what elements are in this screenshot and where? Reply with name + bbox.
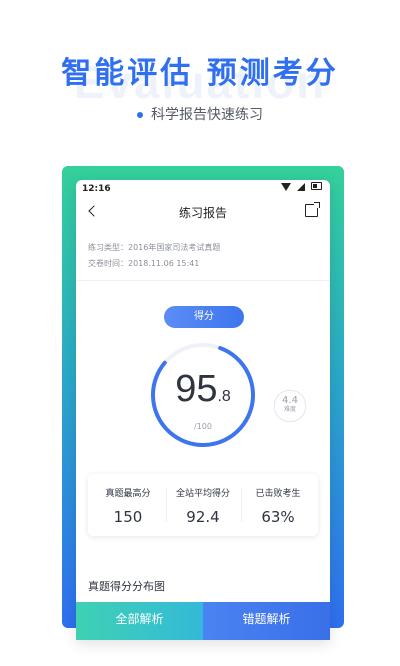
- stat-label: 全站平均得分: [175, 489, 230, 499]
- submit-time: 交卷时间：2018.11.06 15:41: [88, 259, 200, 268]
- score-label-pill: 得分: [164, 306, 244, 328]
- difficulty-badge: 4.4 难度: [274, 390, 306, 422]
- stat-label: 已击败考生: [255, 489, 301, 499]
- bullet-dot-icon: [137, 112, 143, 118]
- status-time: 12:16: [82, 184, 111, 194]
- stats-card: 真题最高分 150 全站平均得分 92.4 已击败考生 63%: [88, 474, 318, 536]
- status-bar: 12:16: [76, 180, 330, 198]
- divider: [76, 280, 330, 281]
- hero-subtitle: 科学报告快速练习: [0, 104, 400, 124]
- battery-icon: [311, 182, 322, 190]
- stat-beaten: 已击败考生 63%: [240, 486, 316, 526]
- stat-value: 92.4: [186, 508, 220, 526]
- stat-average: 全站平均得分 92.4: [165, 486, 241, 526]
- bottom-action-bar: 全部解析 错题解析: [76, 602, 330, 640]
- share-icon[interactable]: [305, 202, 320, 217]
- hero-title: 智能评估 预测考分: [61, 56, 339, 91]
- signal-icon: [297, 183, 306, 191]
- hero-subtitle-text: 科学报告快速练习: [151, 107, 263, 123]
- difficulty-label: 难度: [283, 406, 296, 413]
- nav-bar: 练习报告: [76, 200, 330, 224]
- exam-type: 练习类型：2016年国家司法考试真题: [88, 243, 221, 252]
- wifi-icon: [281, 183, 292, 191]
- score-decimal: .8: [217, 388, 231, 405]
- exam-info: 练习类型：2016年国家司法考试真题 交卷时间：2018.11.06 15:41: [88, 240, 220, 272]
- page-title: 练习报告: [178, 206, 227, 220]
- difficulty-value: 4.4: [282, 395, 298, 406]
- status-icons: [281, 182, 322, 194]
- score-total: /100: [194, 422, 212, 431]
- stat-value: 63%: [261, 508, 295, 526]
- distribution-section-title: 真题得分分布图: [88, 580, 165, 593]
- stat-label: 真题最高分: [105, 489, 151, 499]
- all-explanations-button[interactable]: 全部解析: [76, 602, 203, 640]
- phone-screen: 12:16 练习报告 练习类型：2016年国家司法考试真题 交卷时间：2018.…: [76, 180, 330, 640]
- wrong-explanations-button[interactable]: 错题解析: [203, 602, 330, 640]
- score-integer: 95: [175, 368, 218, 410]
- stat-highest: 真题最高分 150: [90, 486, 166, 526]
- score-value: 95.8: [148, 368, 258, 411]
- stat-value: 150: [113, 508, 143, 526]
